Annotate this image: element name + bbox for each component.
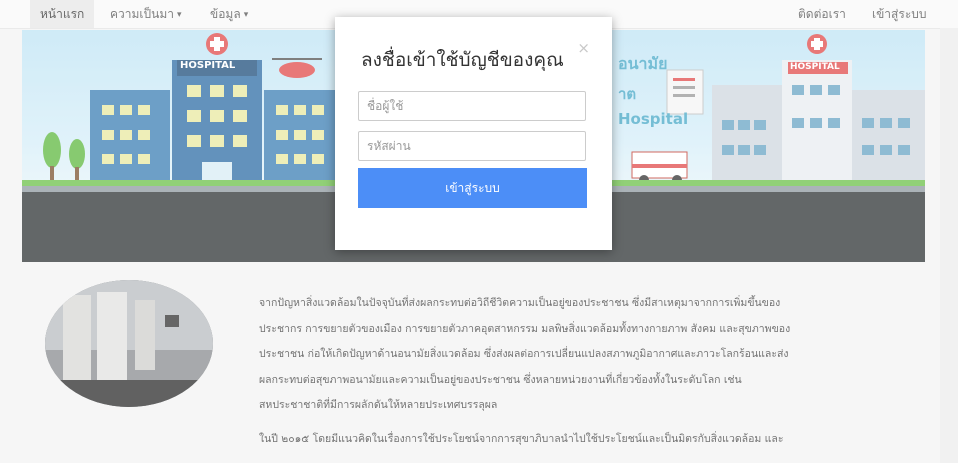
modal-title: ลงชื่อเข้าใช้บัญชีของคุณ [361, 49, 564, 71]
close-icon[interactable]: × [577, 39, 590, 57]
username-input[interactable] [358, 91, 586, 121]
password-input[interactable] [358, 131, 586, 161]
login-modal: ลงชื่อเข้าใช้บัญชีของคุณ × เข้าสู่ระบบ [335, 17, 612, 250]
login-button[interactable]: เข้าสู่ระบบ [358, 168, 587, 208]
